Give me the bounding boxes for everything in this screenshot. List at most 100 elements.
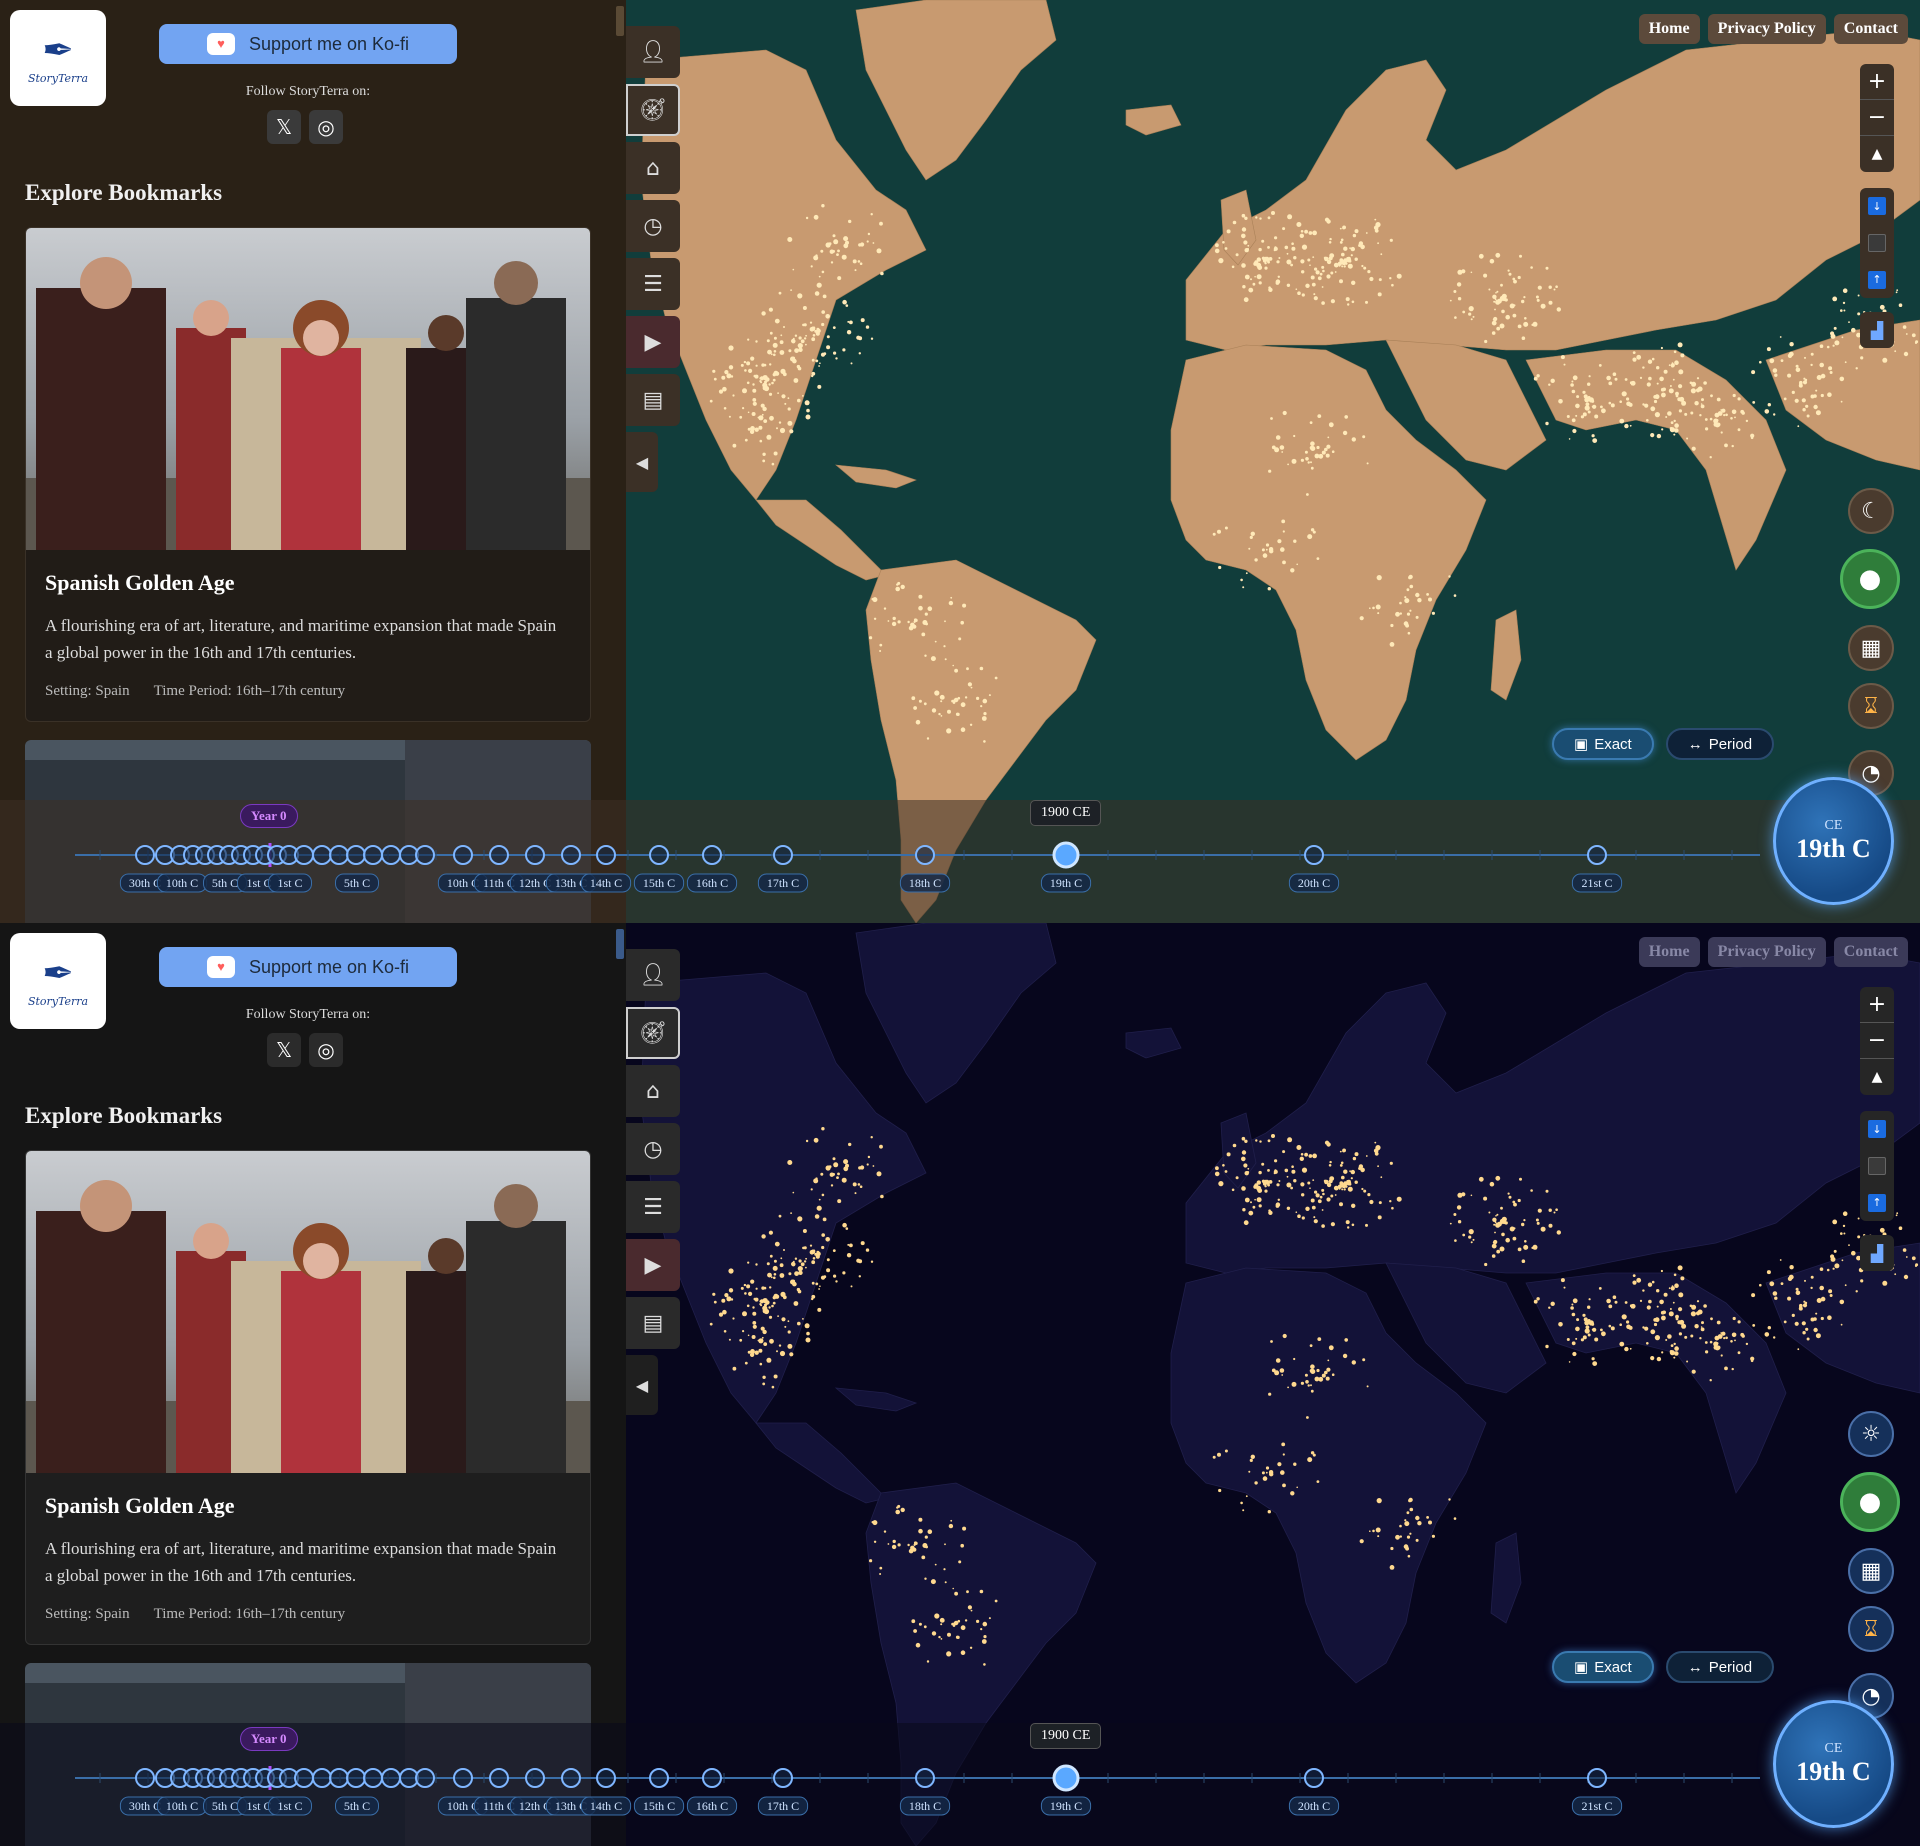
home-icon[interactable]: ⌂ — [626, 1065, 680, 1117]
user-profile-button[interactable]: ● — [1840, 1472, 1900, 1532]
storyterra-logo[interactable]: ✒ StoryTerra — [10, 933, 106, 1029]
kofi-button[interactable]: ♥ Support me on Ko-fi — [159, 947, 457, 987]
timeline-label[interactable]: 16th C — [686, 1796, 738, 1816]
x-icon[interactable]: 𝕏 — [267, 110, 301, 144]
timeline-label[interactable]: 18th C — [899, 1796, 951, 1816]
timeline-label[interactable]: 21st C — [1571, 1796, 1623, 1816]
clock-icon[interactable]: ◷ — [626, 1123, 680, 1175]
storyterra-logo[interactable]: ✒ StoryTerra — [10, 10, 106, 106]
reset-north-button[interactable]: ▲ — [1860, 136, 1894, 172]
bookmark-card[interactable]: Spanish Golden Age A flourishing era of … — [25, 1150, 591, 1645]
subtitles-icon[interactable]: ▤ — [626, 1297, 680, 1349]
compass-icon[interactable]: 🧭︎ — [626, 84, 680, 136]
timeline-node[interactable] — [415, 1768, 435, 1788]
timeline-node[interactable] — [363, 845, 383, 865]
exact-mode-button[interactable]: ▣ Exact — [1552, 728, 1654, 760]
timeline-node[interactable] — [1304, 845, 1324, 865]
nav-contact[interactable]: Contact — [1833, 14, 1908, 44]
timeline-label[interactable]: 19th C — [1040, 1796, 1092, 1816]
timeline-node[interactable] — [135, 1768, 155, 1788]
timeline-current-node[interactable] — [1052, 841, 1080, 869]
timeline-node[interactable] — [1587, 845, 1607, 865]
world-map[interactable] — [626, 923, 1920, 1846]
calendar-icon[interactable]: ▦ — [1848, 1548, 1894, 1594]
nav-contact[interactable]: Contact — [1833, 937, 1908, 967]
chart-icon[interactable]: ▟ — [1860, 1235, 1894, 1271]
timeline-label[interactable]: 1st C — [268, 1796, 312, 1816]
menu-icon[interactable]: ☰ — [626, 1181, 680, 1233]
x-icon[interactable]: 𝕏 — [267, 1033, 301, 1067]
nav-home[interactable]: Home — [1638, 937, 1700, 967]
world-map[interactable] — [626, 0, 1920, 923]
timeline-node[interactable] — [329, 1768, 349, 1788]
timeline-node[interactable] — [561, 1768, 581, 1788]
zoom-out-button[interactable]: − — [1860, 1023, 1894, 1059]
user-profile-button[interactable]: ● — [1840, 549, 1900, 609]
menu-icon[interactable]: ☰ — [626, 258, 680, 310]
timeline-node[interactable] — [702, 1768, 722, 1788]
timeline-label[interactable]: 19th C — [1040, 873, 1092, 893]
user-icon[interactable]: 👤︎ — [626, 26, 680, 78]
timeline-label[interactable]: 10th C — [156, 1796, 208, 1816]
timeline-node[interactable] — [489, 845, 509, 865]
nav-home[interactable]: Home — [1638, 14, 1700, 44]
calendar-icon[interactable]: ▦ — [1848, 625, 1894, 671]
layer-down-icon[interactable]: ↑ — [1868, 1193, 1886, 1212]
layer-stop-icon[interactable] — [1868, 1156, 1886, 1175]
sidebar-scrollbar[interactable] — [616, 929, 624, 959]
timeline-label[interactable]: 14th C — [580, 1796, 632, 1816]
layer-stop-icon[interactable] — [1868, 233, 1886, 252]
timeline-node[interactable] — [1304, 1768, 1324, 1788]
timeline-node[interactable] — [525, 1768, 545, 1788]
timeline-label[interactable]: 1st C — [268, 873, 312, 893]
timeline-label[interactable]: 18th C — [899, 873, 951, 893]
timeline-node[interactable] — [329, 845, 349, 865]
timeline-node[interactable] — [596, 1768, 616, 1788]
timeline-node[interactable] — [773, 845, 793, 865]
subtitles-icon[interactable]: ▤ — [626, 374, 680, 426]
timeline-node[interactable] — [561, 845, 581, 865]
period-mode-button[interactable]: ↔ Period — [1665, 728, 1775, 760]
timeline-label[interactable]: 20th C — [1288, 873, 1340, 893]
instagram-icon[interactable]: ◎ — [309, 110, 343, 144]
clock-icon[interactable]: ◷ — [626, 200, 680, 252]
timeline-node[interactable] — [1587, 1768, 1607, 1788]
world-map-canvas[interactable] — [626, 0, 1920, 923]
timeline-label[interactable]: 5th C — [335, 873, 379, 893]
kofi-button[interactable]: ♥ Support me on Ko-fi — [159, 24, 457, 64]
zoom-in-button[interactable]: + — [1860, 64, 1894, 100]
timeline-node[interactable] — [453, 1768, 473, 1788]
layer-up-icon[interactable]: ↓ — [1868, 197, 1886, 216]
timeline-node[interactable] — [915, 1768, 935, 1788]
timeline-label[interactable]: 15th C — [633, 1796, 685, 1816]
timeline-node[interactable] — [363, 1768, 383, 1788]
timeline-node[interactable] — [453, 845, 473, 865]
timeline-node[interactable] — [525, 845, 545, 865]
timeline-label[interactable]: 17th C — [757, 1796, 809, 1816]
youtube-icon[interactable]: ▶ — [626, 1239, 680, 1291]
hourglass-icon[interactable]: ⌛︎ — [1848, 1606, 1894, 1652]
exact-mode-button[interactable]: ▣ Exact — [1552, 1651, 1654, 1683]
timeline-node[interactable] — [135, 845, 155, 865]
home-icon[interactable]: ⌂ — [626, 142, 680, 194]
timeline-label[interactable]: 14th C — [580, 873, 632, 893]
chevron-left-icon[interactable]: ◀ — [626, 1355, 658, 1415]
timeline-node[interactable] — [294, 1768, 314, 1788]
timeline-label[interactable]: 21st C — [1571, 873, 1623, 893]
zoom-out-button[interactable]: − — [1860, 100, 1894, 136]
sun-icon[interactable]: ☼ — [1848, 1411, 1894, 1457]
layer-down-icon[interactable]: ↑ — [1868, 270, 1886, 289]
world-map-canvas[interactable] — [626, 923, 1920, 1846]
timeline-label[interactable]: 16th C — [686, 873, 738, 893]
timeline-label[interactable]: 17th C — [757, 873, 809, 893]
timeline-node[interactable] — [649, 845, 669, 865]
timeline-label[interactable]: 10th C — [156, 873, 208, 893]
timeline-label[interactable]: 20th C — [1288, 1796, 1340, 1816]
reset-north-button[interactable]: ▲ — [1860, 1059, 1894, 1095]
moon-icon[interactable]: ☾ — [1848, 488, 1894, 534]
century-badge[interactable]: CE 19th C — [1773, 777, 1894, 905]
timeline-current-node[interactable] — [1052, 1764, 1080, 1792]
zoom-in-button[interactable]: + — [1860, 987, 1894, 1023]
timeline[interactable]: 30th C 10th C 5th C 1st C 1st C 5th C 10th C 11… — [0, 1723, 1920, 1846]
timeline-node[interactable] — [294, 845, 314, 865]
